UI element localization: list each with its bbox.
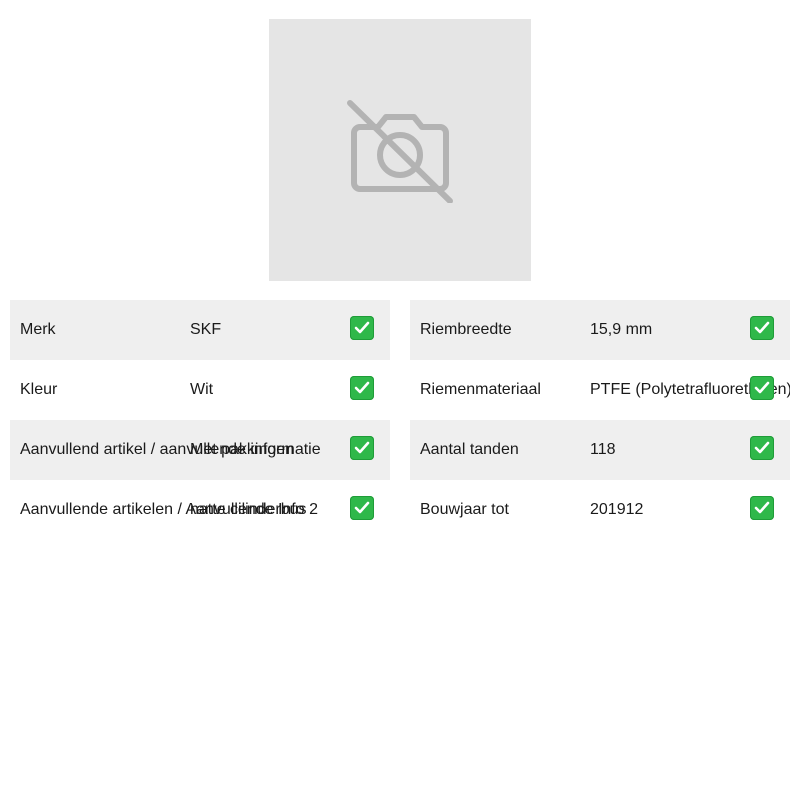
spec-row-brand: Merk SKF bbox=[10, 300, 390, 360]
spec-label: Riembreedte bbox=[420, 321, 512, 338]
specs-table-right: Riembreedte 15,9 mm Riemenmateriaal PTFE… bbox=[410, 300, 790, 540]
specs-table-left: Merk SKF Kleur Wit Aanvullend artikel / … bbox=[10, 300, 390, 540]
spec-row-color: Kleur Wit bbox=[10, 360, 390, 420]
spec-value: Met pakkingen bbox=[190, 441, 295, 458]
spec-label: Kleur bbox=[20, 381, 58, 398]
spec-label: Riemenmateriaal bbox=[420, 381, 541, 398]
spec-value: Wit bbox=[190, 381, 214, 398]
spec-row-tooth-count: Aantal tanden 118 bbox=[410, 420, 790, 480]
spec-row-year-to: Bouwjaar tot 201912 bbox=[410, 480, 790, 540]
check-mark-icon bbox=[750, 496, 774, 520]
spec-value: natte cilinderbus bbox=[190, 501, 307, 518]
spec-row-additional-info: Aanvullend artikel / aanvullende informa… bbox=[10, 420, 390, 480]
spec-value: SKF bbox=[190, 321, 222, 338]
product-image-placeholder bbox=[269, 19, 531, 281]
check-mark-icon bbox=[350, 436, 374, 460]
check-mark-icon bbox=[750, 376, 774, 400]
check-mark-icon bbox=[350, 496, 374, 520]
spec-label: Bouwjaar tot bbox=[420, 501, 509, 518]
spec-label: Aantal tanden bbox=[420, 441, 519, 458]
spec-row-belt-material: Riemenmateriaal PTFE (Polytetrafluorethy… bbox=[410, 360, 790, 420]
spec-row-additional-info-2: Aanvullende artikelen / Aanvullende Info… bbox=[10, 480, 390, 540]
check-mark-icon bbox=[750, 436, 774, 460]
no-camera-icon bbox=[347, 100, 453, 203]
spec-row-belt-width: Riembreedte 15,9 mm bbox=[410, 300, 790, 360]
check-mark-icon bbox=[350, 376, 374, 400]
spec-label: Merk bbox=[20, 321, 56, 338]
check-mark-icon bbox=[750, 316, 774, 340]
check-mark-icon bbox=[350, 316, 374, 340]
